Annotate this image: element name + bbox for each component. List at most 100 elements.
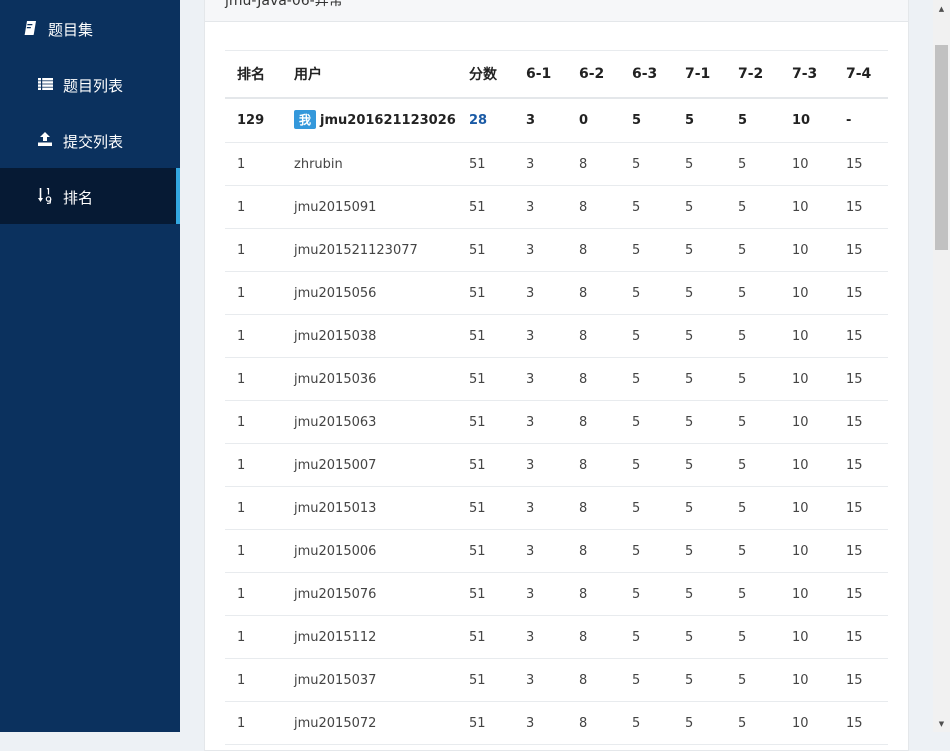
cell-7-3: 10 bbox=[780, 357, 834, 401]
cell-6-3: 5 bbox=[620, 185, 673, 229]
cell-7-4: 15 bbox=[834, 701, 888, 745]
cell-7-1: 5 bbox=[673, 314, 726, 358]
cell-7-2: 5 bbox=[726, 572, 780, 616]
cell-7-1: 5 bbox=[673, 615, 726, 659]
cell-7-2: 5 bbox=[726, 185, 780, 229]
table-header-row: 排名 用户 分数 6-1 6-2 6-3 7-1 7-2 7-3 7-4 bbox=[225, 50, 888, 99]
rank-cell: 1 bbox=[225, 486, 282, 530]
score-cell: 51 bbox=[457, 142, 514, 186]
cell-7-2: 5 bbox=[726, 701, 780, 745]
user-cell[interactable]: zhrubin bbox=[282, 142, 457, 186]
sidebar: 题目集 题目列表 提交列表 排名 bbox=[0, 0, 180, 732]
scroll-up-arrow-icon[interactable]: ▲ bbox=[933, 0, 950, 17]
my-cell-7-2: 5 bbox=[726, 98, 780, 143]
cell-6-3: 5 bbox=[620, 572, 673, 616]
table-row: 1 jmu2015091 51 3 8 5 5 5 10 15 bbox=[225, 185, 888, 229]
table-row: 1 jmu2015056 51 3 8 5 5 5 10 15 bbox=[225, 271, 888, 315]
cell-7-3: 10 bbox=[780, 615, 834, 659]
sidebar-item-problem-list[interactable]: 题目列表 bbox=[0, 56, 180, 112]
sidebar-item-label: 题目列表 bbox=[63, 77, 124, 95]
sidebar-item-label: 提交列表 bbox=[63, 133, 124, 151]
cell-7-1: 5 bbox=[673, 658, 726, 702]
score-cell: 51 bbox=[457, 400, 514, 444]
table-row: 1 jmu201521123077 51 3 8 5 5 5 10 15 bbox=[225, 228, 888, 272]
user-cell[interactable]: jmu2015091 bbox=[282, 185, 457, 229]
scroll-down-arrow-icon[interactable]: ▼ bbox=[933, 715, 950, 732]
sidebar-item-ranking[interactable]: 排名 bbox=[0, 168, 180, 224]
cell-6-2: 8 bbox=[567, 142, 620, 186]
cell-6-3: 5 bbox=[620, 314, 673, 358]
cell-7-4: 15 bbox=[834, 142, 888, 186]
scrollbar-thumb[interactable] bbox=[935, 45, 948, 250]
cell-6-2: 8 bbox=[567, 529, 620, 573]
user-cell[interactable]: jmu2015072 bbox=[282, 701, 457, 745]
cell-6-1: 3 bbox=[514, 357, 567, 401]
cell-6-1: 3 bbox=[514, 658, 567, 702]
cell-6-1: 3 bbox=[514, 400, 567, 444]
user-cell[interactable]: jmu2015056 bbox=[282, 271, 457, 315]
cell-7-4: 15 bbox=[834, 615, 888, 659]
sort-numeric-icon bbox=[38, 186, 52, 208]
score-cell: 51 bbox=[457, 701, 514, 745]
cell-6-2: 8 bbox=[567, 357, 620, 401]
ranking-table: 排名 用户 分数 6-1 6-2 6-3 7-1 7-2 7-3 7-4 129… bbox=[225, 50, 888, 745]
score-cell: 51 bbox=[457, 572, 514, 616]
cell-7-2: 5 bbox=[726, 142, 780, 186]
rank-cell: 1 bbox=[225, 529, 282, 573]
cell-7-4: 15 bbox=[834, 185, 888, 229]
table-row: 1 zhrubin 51 3 8 5 5 5 10 15 bbox=[225, 142, 888, 186]
cell-6-1: 3 bbox=[514, 314, 567, 358]
sidebar-item-submission-list[interactable]: 提交列表 bbox=[0, 112, 180, 168]
my-username[interactable]: jmu201621123026 bbox=[320, 113, 456, 128]
user-cell[interactable]: jmu2015036 bbox=[282, 357, 457, 401]
my-cell-7-1: 5 bbox=[673, 98, 726, 143]
column-header-7-4: 7-4 bbox=[834, 50, 888, 99]
my-cell-7-3: 10 bbox=[780, 98, 834, 143]
user-cell[interactable]: jmu201521123077 bbox=[282, 228, 457, 272]
table-row: 1 jmu2015036 51 3 8 5 5 5 10 15 bbox=[225, 357, 888, 401]
table-row: 1 jmu2015072 51 3 8 5 5 5 10 15 bbox=[225, 701, 888, 745]
cell-7-3: 10 bbox=[780, 185, 834, 229]
column-header-6-3: 6-3 bbox=[620, 50, 673, 99]
cell-7-2: 5 bbox=[726, 443, 780, 487]
user-cell[interactable]: jmu2015037 bbox=[282, 658, 457, 702]
cell-7-1: 5 bbox=[673, 701, 726, 745]
vertical-scrollbar[interactable]: ▲ ▼ bbox=[933, 0, 950, 732]
user-cell[interactable]: jmu2015038 bbox=[282, 314, 457, 358]
ranking-panel: jmu-Java-06-异常 排名 用户 分数 6-1 6-2 6-3 7-1 bbox=[204, 0, 909, 751]
list-icon bbox=[38, 76, 53, 94]
user-cell[interactable]: jmu2015013 bbox=[282, 486, 457, 530]
user-cell[interactable]: jmu2015007 bbox=[282, 443, 457, 487]
cell-7-1: 5 bbox=[673, 357, 726, 401]
cell-7-3: 10 bbox=[780, 486, 834, 530]
my-ranking-row: 129 我 jmu201621123026 28 3 0 5 5 5 10 - bbox=[225, 98, 888, 143]
user-cell[interactable]: jmu2015063 bbox=[282, 400, 457, 444]
cell-6-2: 8 bbox=[567, 443, 620, 487]
cell-6-3: 5 bbox=[620, 228, 673, 272]
cell-7-4: 15 bbox=[834, 529, 888, 573]
cell-7-2: 5 bbox=[726, 228, 780, 272]
user-cell[interactable]: jmu2015112 bbox=[282, 615, 457, 659]
user-cell[interactable]: jmu2015006 bbox=[282, 529, 457, 573]
rank-cell: 1 bbox=[225, 615, 282, 659]
cell-6-3: 5 bbox=[620, 271, 673, 315]
cell-7-1: 5 bbox=[673, 572, 726, 616]
column-header-7-2: 7-2 bbox=[726, 50, 780, 99]
column-header-7-1: 7-1 bbox=[673, 50, 726, 99]
cell-6-1: 3 bbox=[514, 142, 567, 186]
table-row: 1 jmu2015006 51 3 8 5 5 5 10 15 bbox=[225, 529, 888, 573]
cell-7-1: 5 bbox=[673, 443, 726, 487]
cell-6-3: 5 bbox=[620, 486, 673, 530]
cell-6-1: 3 bbox=[514, 271, 567, 315]
cell-6-1: 3 bbox=[514, 185, 567, 229]
table-row: 1 jmu2015063 51 3 8 5 5 5 10 15 bbox=[225, 400, 888, 444]
sidebar-header-problem-set[interactable]: 题目集 bbox=[0, 0, 180, 56]
my-rank: 129 bbox=[225, 98, 282, 143]
cell-6-3: 5 bbox=[620, 658, 673, 702]
cell-7-3: 10 bbox=[780, 572, 834, 616]
table-row: 1 jmu2015013 51 3 8 5 5 5 10 15 bbox=[225, 486, 888, 530]
rank-cell: 1 bbox=[225, 443, 282, 487]
cell-7-1: 5 bbox=[673, 529, 726, 573]
user-cell[interactable]: jmu2015076 bbox=[282, 572, 457, 616]
rank-cell: 1 bbox=[225, 357, 282, 401]
